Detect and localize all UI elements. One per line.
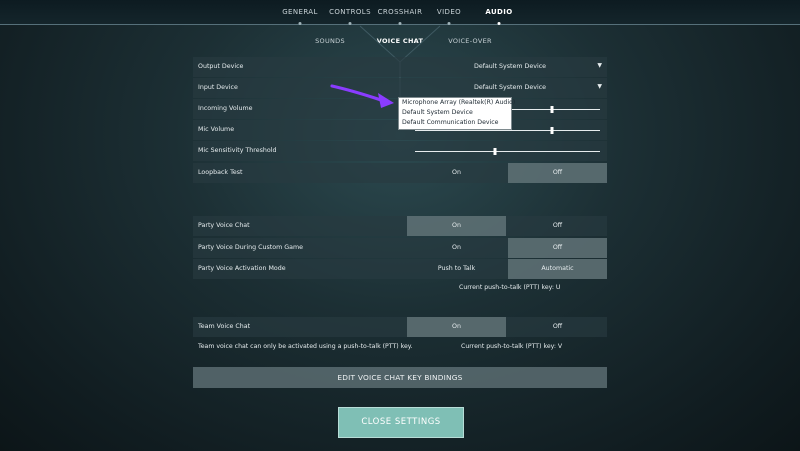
- annotation-arrow-icon: [330, 84, 394, 108]
